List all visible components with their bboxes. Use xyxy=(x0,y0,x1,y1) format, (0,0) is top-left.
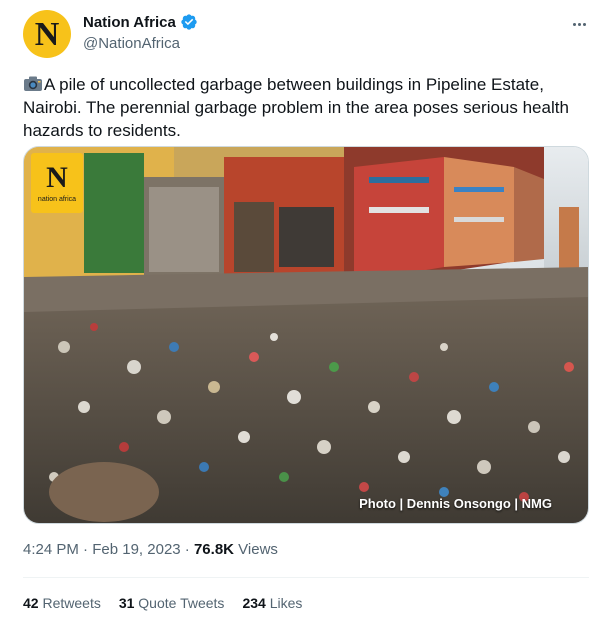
garbage-photo-illustration xyxy=(24,147,588,523)
logo-text: nation africa xyxy=(37,196,77,203)
meta-separator-2: · xyxy=(184,541,190,558)
meta-separator: · xyxy=(83,541,89,558)
tweet-card: N Nation Africa @NationAfrica A pile of … xyxy=(0,0,609,632)
tweet-text-body: A pile of uncollected garbage between bu… xyxy=(23,75,569,140)
logo-letter: N xyxy=(46,161,68,194)
likes-label: Likes xyxy=(269,595,303,611)
quotes-label: Quote Tweets xyxy=(138,595,225,611)
verified-badge-icon xyxy=(181,14,197,30)
retweets-label: Retweets xyxy=(42,595,101,611)
engagement-stats: 42 Retweets 31 Quote Tweets 234 Likes xyxy=(23,595,302,611)
photo-credit: Photo | Dennis Onsongo | NMG xyxy=(359,496,552,511)
tweet-date[interactable]: Feb 19, 2023 xyxy=(92,541,180,558)
tweet-photo[interactable]: N nation africa Photo | Dennis Onsongo |… xyxy=(23,146,589,524)
author-display-name[interactable]: Nation Africa xyxy=(83,14,176,31)
views-count: 76.8K xyxy=(193,541,234,558)
retweets-stat[interactable]: 42 Retweets xyxy=(23,595,101,611)
tweet-meta: 4:24 PM · Feb 19, 2023 · 76.8K Views xyxy=(23,541,278,558)
tweet-text: A pile of uncollected garbage between bu… xyxy=(23,73,593,142)
views-label: Views xyxy=(238,541,278,558)
nation-africa-logo: N nation africa xyxy=(31,153,83,213)
tweet-time[interactable]: 4:24 PM xyxy=(23,541,79,558)
author-handle[interactable]: @NationAfrica xyxy=(83,35,180,52)
camera-icon xyxy=(24,76,42,91)
quotes-count: 31 xyxy=(118,595,135,611)
avatar[interactable]: N xyxy=(23,10,71,58)
more-options-icon[interactable] xyxy=(567,14,591,34)
likes-stat[interactable]: 234 Likes xyxy=(242,595,302,611)
author-name-row[interactable]: Nation Africa xyxy=(83,13,198,31)
likes-count: 234 xyxy=(242,595,266,611)
retweets-count: 42 xyxy=(23,595,39,611)
quote-tweets-stat[interactable]: 31 Quote Tweets xyxy=(119,595,225,611)
avatar-letter: N xyxy=(34,16,60,53)
divider xyxy=(23,577,589,578)
